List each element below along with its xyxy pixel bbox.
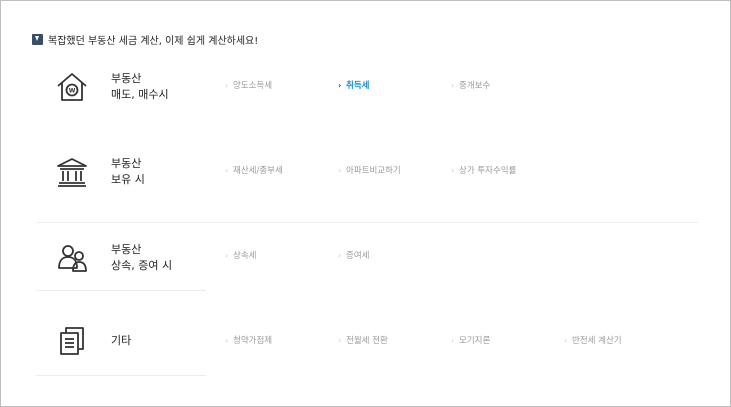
category-label: 부동산 상속, 증여 시	[111, 243, 173, 272]
chevron-right-icon: ›	[338, 336, 342, 345]
chevron-right-icon: ›	[225, 166, 229, 175]
link-subscription-points[interactable]: › 청약가점제	[225, 335, 272, 347]
chevron-right-icon: ›	[225, 336, 229, 345]
link-apartment-compare[interactable]: › 아파트비교하기	[338, 165, 401, 177]
category-holding: 부동산 보유 시	[51, 149, 221, 195]
chevron-right-icon: ›	[225, 251, 229, 260]
link-mortgage-loan[interactable]: › 모기지론	[451, 335, 490, 347]
category-label: 부동산 보유 시	[111, 157, 145, 186]
chevron-right-icon: ›	[451, 166, 455, 175]
link-acquisition-tax[interactable]: › 취득세	[338, 80, 369, 92]
category-sell-buy: W 부동산 매도, 매수시	[51, 64, 221, 110]
section-divider	[36, 222, 698, 223]
link-semi-jeonse-calculator[interactable]: › 반전세 계산기	[564, 335, 622, 347]
bank-building-icon	[51, 151, 93, 193]
copy-document-icon	[51, 320, 93, 362]
section-divider	[36, 375, 206, 376]
calculator-panel: 복잡했던 부동산 세금 계산, 이제 쉽게 계산하세요! W 부동산 매도, 매…	[0, 0, 731, 407]
link-rent-conversion[interactable]: › 전월세 전환	[338, 335, 388, 347]
chevron-right-icon: ›	[338, 166, 342, 175]
chevron-right-icon: ›	[451, 336, 455, 345]
category-inheritance: 부동산 상속, 증여 시	[51, 235, 221, 281]
link-brokerage-fee[interactable]: › 중개보수	[451, 80, 490, 92]
chevron-right-icon: ›	[451, 81, 455, 90]
category-label: 부동산 매도, 매수시	[111, 72, 169, 101]
section-divider	[36, 290, 206, 291]
house-won-icon: W	[51, 66, 93, 108]
header-text: 복잡했던 부동산 세금 계산, 이제 쉽게 계산하세요!	[48, 35, 259, 47]
chevron-right-icon: ›	[338, 251, 342, 260]
chevron-right-icon: ›	[564, 336, 568, 345]
chevron-right-icon: ›	[338, 81, 342, 90]
download-arrow-icon	[32, 33, 43, 45]
link-property-tax[interactable]: › 재산세/종부세	[225, 165, 283, 177]
category-other: 기타	[51, 318, 221, 364]
svg-text:W: W	[69, 88, 76, 95]
link-capital-gains-tax[interactable]: › 양도소득세	[225, 80, 272, 92]
family-people-icon	[51, 237, 93, 279]
link-gift-tax[interactable]: › 증여세	[338, 250, 369, 262]
link-inheritance-tax[interactable]: › 상속세	[225, 250, 256, 262]
panel-header: 복잡했던 부동산 세금 계산, 이제 쉽게 계산하세요!	[32, 31, 258, 47]
link-commercial-yield[interactable]: › 상가 투자수익률	[451, 165, 516, 177]
chevron-right-icon: ›	[225, 81, 229, 90]
category-label: 기타	[111, 334, 132, 347]
